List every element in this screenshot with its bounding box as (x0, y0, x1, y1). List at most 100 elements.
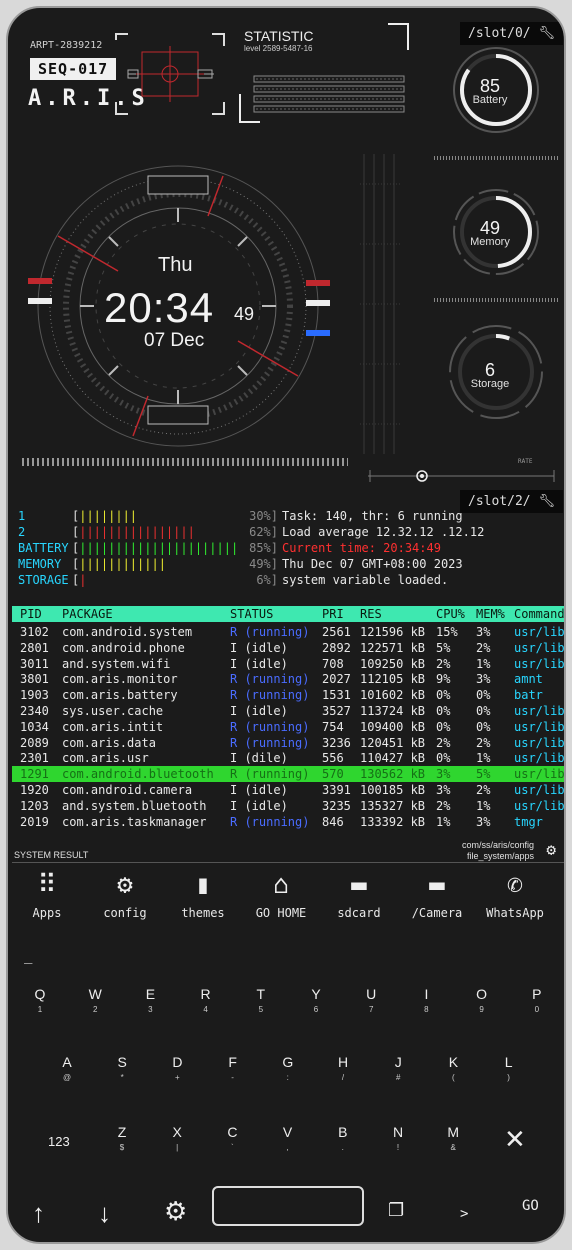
slot0-tab[interactable]: /slot/0/ 🔧︎ (460, 22, 563, 45)
ruler-graphic (434, 298, 558, 302)
app-shortcut[interactable]: ▬ sdcard (324, 870, 394, 920)
stat-row: BATTERY [|||||||||||||||||||||| 85%] Curren… (18, 540, 558, 556)
table-cell: 3% (476, 625, 491, 639)
table-row[interactable]: 2089 com.aris.data R (running) 3236 120451 k… (12, 735, 564, 751)
key-z[interactable]: Z $ (102, 1124, 142, 1152)
table-cell: and.system.wifi (62, 656, 171, 671)
app-shortcut[interactable]: ✆ WhatsApp (480, 870, 550, 920)
column-header[interactable]: STATUS (230, 606, 273, 622)
column-header[interactable]: PRI (322, 606, 344, 622)
folder-icon[interactable]: ▬ (324, 870, 394, 900)
key-h[interactable]: H / (323, 1054, 363, 1082)
app-shortcut[interactable]: ⚙ config (90, 870, 160, 920)
key-w[interactable]: W2 (75, 986, 115, 1014)
column-header[interactable]: Command (514, 606, 564, 622)
table-row[interactable]: 1920 com.android.camera I (idle) 3391 100185… (12, 782, 564, 798)
key-g[interactable]: G: (268, 1054, 308, 1082)
table-row[interactable]: 2801 com.android.phone I (idle) 2892 122571 … (12, 640, 564, 656)
folder-icon[interactable]: ▬ (402, 870, 472, 900)
app-shortcut[interactable]: ▬ /Camera (402, 870, 472, 920)
table-cell: com.aris.taskmanager (62, 814, 207, 829)
table-cell: 109250 kB (360, 656, 426, 671)
table-row[interactable]: 1203 and.system.bluetooth I (idle) 3235 1353… (12, 798, 564, 814)
stat-percent: 6%] (256, 573, 278, 587)
table-cell: 1% (476, 751, 491, 766)
app-shortcut[interactable]: ▮ themes (168, 870, 238, 920)
home-icon[interactable]: ⌂ (246, 870, 316, 900)
table-cell: 0% (436, 704, 451, 718)
table-cell: 2892 (322, 640, 351, 655)
column-header[interactable]: CPU% (436, 606, 465, 622)
grid-icon[interactable]: ⠿ (12, 870, 82, 900)
whatsapp-icon[interactable]: ✆ (480, 870, 550, 900)
key-u[interactable]: U7 (351, 986, 391, 1014)
grid-column-graphic (360, 154, 400, 454)
key-s[interactable]: S * (102, 1054, 142, 1082)
key-c[interactable]: C ` (212, 1124, 252, 1152)
command-input[interactable] (212, 1186, 364, 1226)
column-header[interactable]: MEM% (476, 606, 505, 622)
table-cell: 1% (476, 798, 491, 813)
key-p[interactable]: P0 (517, 986, 557, 1014)
key-t[interactable]: T5 (241, 986, 281, 1014)
key-r[interactable]: R4 (186, 986, 226, 1014)
app-shortcut[interactable]: ⌂ GO HOME (246, 870, 316, 920)
table-cell: 100185 kB (360, 783, 426, 797)
table-cell: R (running) (230, 767, 310, 782)
key-b[interactable]: B. (323, 1124, 363, 1152)
down-arrow-icon[interactable]: ↓ (98, 1198, 111, 1229)
key-main-label: Q (34, 986, 46, 1002)
table-cell: 2% (436, 656, 451, 671)
key-alt-label: , (286, 1143, 289, 1152)
key-d[interactable]: D + (157, 1054, 197, 1082)
key-e[interactable]: E3 (130, 986, 170, 1014)
column-header[interactable]: RES (360, 606, 382, 622)
up-arrow-icon[interactable]: ↑ (32, 1198, 45, 1229)
key-x[interactable]: X | (157, 1124, 197, 1152)
app-label: sdcard (337, 906, 381, 920)
table-cell: usr/lib (514, 704, 565, 718)
key-v[interactable]: V, (268, 1124, 308, 1152)
stat-message: Thu Dec 07 GMT+08:00 2023 (282, 557, 463, 571)
column-header[interactable]: PACKAGE (62, 606, 113, 622)
key-alt-label: $ (119, 1143, 125, 1152)
key-y[interactable]: Y6 (296, 986, 336, 1014)
table-cell: 2% (476, 783, 491, 797)
key-o[interactable]: O9 (462, 986, 502, 1014)
table-cell: 0% (476, 688, 491, 703)
table-cell: 556 (322, 751, 344, 766)
table-row[interactable]: 3102 com.android.system R (running) 2561 121… (12, 624, 564, 640)
wrench-icon[interactable]: 🔧︎ (538, 26, 555, 41)
paint-roller-icon[interactable]: ▮ (168, 870, 238, 900)
key-n[interactable]: N! (378, 1124, 418, 1152)
key-k[interactable]: K( (433, 1054, 473, 1082)
table-row[interactable]: 2340 sys.user.cache I (idle) 3527 113724 kB 0… (12, 703, 564, 719)
table-row[interactable]: 3011 and.system.wifi I (idle) 708 109250 kB 2… (12, 656, 564, 672)
gear-icon[interactable]: ⚙ (546, 840, 556, 859)
close-icon[interactable]: ✕ (504, 1124, 526, 1155)
key-l[interactable]: L) (489, 1054, 529, 1082)
key-j[interactable]: J # (378, 1054, 418, 1082)
gear-icon[interactable]: ⚙ (90, 870, 160, 900)
table-row[interactable]: 2301 com.aris.usr I (dile) 556 110427 kB 0% 1%… (12, 750, 564, 766)
stat-row: 1 [|||||||| 30%] Task: 140, thr: 6 running (18, 508, 558, 524)
go-button[interactable]: GO (522, 1198, 539, 1214)
process-table: 3102 com.android.system R (running) 2561 121… (8, 622, 564, 834)
copy-icon[interactable]: ❐ (388, 1200, 404, 1221)
table-row[interactable]: 1291 com.android.bluetooth R (running) 570 1… (12, 766, 564, 783)
gear-icon[interactable]: ⚙ (164, 1196, 187, 1227)
table-row[interactable]: 2019 com.aris.taskmanager R (running) 846 13… (12, 814, 564, 830)
key-q[interactable]: Q1 (20, 986, 60, 1014)
table-row[interactable]: 1903 com.aris.battery R (running) 1531 10160… (12, 687, 564, 703)
key-m[interactable]: M & (433, 1124, 473, 1152)
key-i[interactable]: I8 (406, 986, 446, 1014)
table-cell: 2801 (20, 640, 49, 655)
key-f[interactable]: F- (213, 1054, 253, 1082)
table-row[interactable]: 3801 com.aris.monitor R (running) 2027 11210… (12, 671, 564, 687)
column-header[interactable]: PID (20, 606, 42, 622)
key-a[interactable]: A @ (47, 1054, 87, 1082)
key-123[interactable]: 123 (48, 1134, 70, 1149)
table-row[interactable]: 1034 com.aris.intit R (running) 754 109400 k… (12, 719, 564, 735)
app-shortcut[interactable]: ⠿ Apps (12, 870, 82, 920)
input-cursor[interactable]: _ (24, 948, 32, 964)
